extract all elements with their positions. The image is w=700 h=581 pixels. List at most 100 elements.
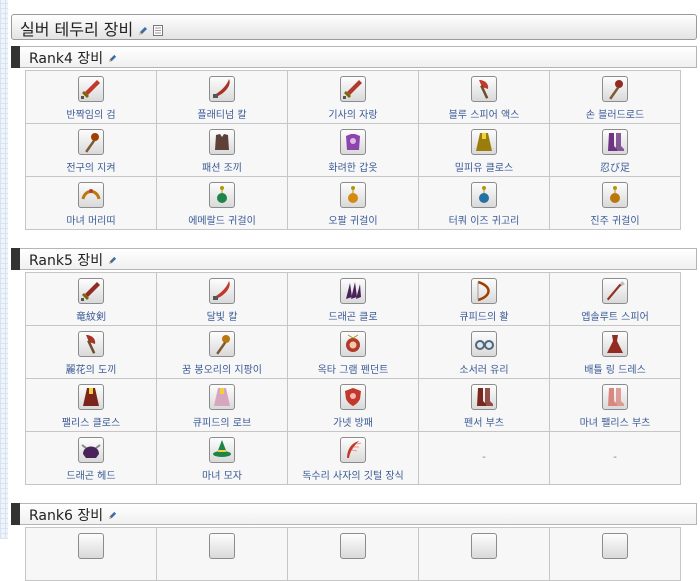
- equipment-cell: 손 블러드로드: [549, 70, 681, 124]
- equipment-name-link[interactable]: 달빛 칼: [157, 308, 287, 323]
- equipment-cell: 마녀 모자: [156, 431, 288, 485]
- claw-icon[interactable]: [340, 278, 366, 304]
- equipment-name-link[interactable]: 전구의 지켜: [26, 159, 156, 174]
- robe-icon[interactable]: [78, 384, 104, 410]
- equipment-cell: 팰리스 클로스: [25, 378, 157, 432]
- equipment-name-link[interactable]: 옥타 그램 펜던트: [288, 361, 418, 376]
- sword-icon[interactable]: [340, 76, 366, 102]
- equipment-name-link[interactable]: 화려한 갑옷: [288, 159, 418, 174]
- robe-icon[interactable]: [209, 384, 235, 410]
- equipment-cell: 에메랄드 귀걸이: [156, 176, 288, 230]
- equipment-name-link[interactable]: 엡솔루트 스피어: [550, 308, 680, 323]
- equipment-cell: [156, 527, 288, 581]
- equipment-name-link[interactable]: 패션 조끼: [157, 159, 287, 174]
- equipment-name-link[interactable]: 드래곤 헤드: [26, 467, 156, 482]
- equipment-name-link[interactable]: 밀피유 클로스: [419, 159, 549, 174]
- equipment-name-link[interactable]: 반짝임의 검: [26, 106, 156, 121]
- earring-icon[interactable]: [602, 182, 628, 208]
- equipment-name-link[interactable]: 블루 스피어 액스: [419, 106, 549, 121]
- equipment-table: [25, 527, 681, 581]
- page-title-text: 실버 테두리 장비: [20, 20, 134, 39]
- axe-icon[interactable]: [471, 76, 497, 102]
- feather-icon[interactable]: [340, 437, 366, 463]
- section-heading-text: Rank5 장비: [29, 253, 104, 269]
- boots-icon[interactable]: [602, 384, 628, 410]
- table-row: 竜紋剣 달빛 칼 드래곤 클로 큐피드의 활 엡솔루트 스피어: [25, 272, 681, 326]
- axe-icon[interactable]: [78, 331, 104, 357]
- pendant-icon[interactable]: [340, 331, 366, 357]
- equipment-name-link[interactable]: 竜紋剣: [26, 308, 156, 323]
- earring-icon[interactable]: [340, 182, 366, 208]
- hat-icon[interactable]: [209, 437, 235, 463]
- equipment-name-link[interactable]: 마녀 머리띠: [26, 212, 156, 227]
- earring-icon[interactable]: [471, 182, 497, 208]
- equipment-name-link[interactable]: 펜서 부츠: [419, 414, 549, 429]
- blade-icon[interactable]: [209, 76, 235, 102]
- equipment-name-link[interactable]: 오팔 귀걸이: [288, 212, 418, 227]
- section-heading-marker: [11, 503, 20, 525]
- equipment-name-link[interactable]: 기사의 자랑: [288, 106, 418, 121]
- equipment-name-link[interactable]: 진주 귀걸이: [550, 212, 680, 227]
- equipment-cell: [418, 527, 550, 581]
- equipment-cell: 옥타 그램 펜던트: [287, 325, 419, 379]
- shield-icon[interactable]: [340, 384, 366, 410]
- edit-pencil-icon[interactable]: [108, 51, 117, 67]
- equipment-cell: 진주 귀걸이: [549, 176, 681, 230]
- section-heading-text: Rank6 장비: [29, 508, 104, 524]
- equipment-name-link[interactable]: 독수리 사자의 깃털 장식: [288, 467, 418, 482]
- staff-icon[interactable]: [78, 129, 104, 155]
- section-heading-text: Rank4 장비: [29, 51, 104, 67]
- armor-icon[interactable]: [340, 129, 366, 155]
- comment-icon[interactable]: [153, 21, 164, 40]
- equipment-cell: 달빛 칼: [156, 272, 288, 326]
- sword-icon[interactable]: [78, 76, 104, 102]
- equipment-name-link[interactable]: 플래티넘 칼: [157, 106, 287, 121]
- section-heading: Rank5 장비: [11, 248, 697, 270]
- equipment-name-link[interactable]: 麗花의 도끼: [26, 361, 156, 376]
- equipment-name-link[interactable]: 터쿼 이즈 귀고리: [419, 212, 549, 227]
- equipment-name-link[interactable]: 배틀 링 드레스: [550, 361, 680, 376]
- section-heading: Rank4 장비: [11, 46, 697, 68]
- equipment-name-link[interactable]: 큐피드의 활: [419, 308, 549, 323]
- table-row: 마녀 머리띠 에메랄드 귀걸이 오팔 귀걸이 터쿼 이즈 귀고리 진주 귀걸이: [25, 176, 681, 230]
- boots-icon[interactable]: [602, 129, 628, 155]
- equipment-name-link[interactable]: 꿈 봉오리의 지팡이: [157, 361, 287, 376]
- equipment-name-link[interactable]: 마녀 모자: [157, 467, 287, 482]
- equipment-cell: 펜서 부츠: [418, 378, 550, 432]
- equipment-name-link[interactable]: 忍び足: [550, 159, 680, 174]
- equipment-name-link[interactable]: 소서러 유리: [419, 361, 549, 376]
- equipment-cell: 터쿼 이즈 귀고리: [418, 176, 550, 230]
- robe-icon[interactable]: [471, 129, 497, 155]
- table-row: 麗花의 도끼 꿈 봉오리의 지팡이 옥타 그램 펜던트 소서러 유리 배틀 링 드레스: [25, 325, 681, 379]
- edit-pencil-icon[interactable]: [108, 508, 117, 524]
- equipment-name-link[interactable]: 가넷 방패: [288, 414, 418, 429]
- staff-icon[interactable]: [209, 331, 235, 357]
- bow-icon[interactable]: [471, 278, 497, 304]
- earring-icon[interactable]: [209, 182, 235, 208]
- equipment-cell: 패션 조끼: [156, 123, 288, 177]
- vest-icon[interactable]: [209, 129, 235, 155]
- edit-pencil-icon[interactable]: [138, 21, 148, 40]
- equipment-cell: 麗花의 도끼: [25, 325, 157, 379]
- glass-icon[interactable]: [471, 331, 497, 357]
- helmet-icon[interactable]: [78, 437, 104, 463]
- staff-icon[interactable]: [602, 76, 628, 102]
- placeholder-icon: [340, 533, 366, 559]
- equipment-name-link[interactable]: 손 블러드로드: [550, 106, 680, 121]
- equipment-name-link[interactable]: 에메랄드 귀걸이: [157, 212, 287, 227]
- equipment-name-link[interactable]: 팰리스 클로스: [26, 414, 156, 429]
- headband-icon[interactable]: [78, 182, 104, 208]
- equipment-name-link[interactable]: 큐피드의 로브: [157, 414, 287, 429]
- equipment-name-link[interactable]: 마녀 팰리스 부츠: [550, 414, 680, 429]
- sword-icon[interactable]: [78, 278, 104, 304]
- blade-icon[interactable]: [209, 278, 235, 304]
- section-heading-marker: [11, 46, 20, 68]
- table-row: 전구의 지켜 패션 조끼 화려한 갑옷 밀피유 클로스 忍び足: [25, 123, 681, 177]
- edit-pencil-icon[interactable]: [108, 253, 117, 269]
- boots-icon[interactable]: [471, 384, 497, 410]
- equipment-name-link[interactable]: 드래곤 클로: [288, 308, 418, 323]
- spear-icon[interactable]: [602, 278, 628, 304]
- dress-icon[interactable]: [602, 331, 628, 357]
- table-row: 드래곤 헤드 마녀 모자 독수리 사자의 깃털 장식 - -: [25, 431, 681, 485]
- section-heading-label: Rank4 장비: [29, 48, 117, 68]
